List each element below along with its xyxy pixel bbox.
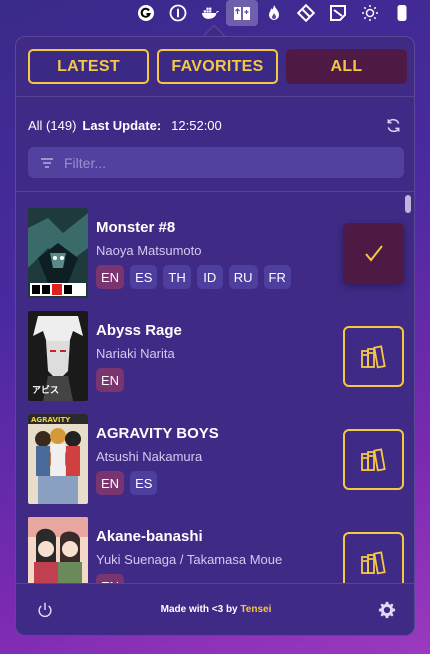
manga-title: Monster #8 [96, 219, 176, 236]
cover-image: あかね噺 [28, 517, 88, 583]
lang-badge-es[interactable]: ES [130, 265, 158, 289]
language-list: EN [96, 574, 125, 583]
phone-icon[interactable] [386, 0, 418, 26]
manga-author: Yuki Suenaga / Takamasa Moue [96, 552, 283, 567]
manga-popover: LATEST FAVORITES ALL All (149) Last Upda… [15, 36, 415, 636]
filter-tabs: LATEST FAVORITES ALL [28, 49, 407, 84]
manga-author: Nariaki Narita [96, 346, 175, 361]
credit-author-link[interactable]: Tensei [240, 604, 271, 615]
brightness-icon[interactable] [354, 0, 386, 26]
cover-image: アビス [28, 311, 88, 401]
manga-count: All (149) [28, 117, 77, 133]
tab-favorites[interactable]: FAVORITES [157, 49, 278, 84]
manga-reader-icon[interactable] [226, 0, 258, 26]
list-item[interactable]: あかね噺 Akane-banashi Yuki Suenaga / Takama… [28, 517, 404, 583]
credit-text: Made with <3 by Tensei [16, 604, 414, 615]
lang-badge-th[interactable]: TH [163, 265, 191, 289]
credit-prefix: Made with <3 by [160, 604, 241, 615]
filter-input[interactable] [64, 154, 364, 171]
filter-lines-icon [41, 157, 53, 168]
manga-title: AGRAVITY BOYS [96, 425, 219, 442]
add-to-library-button[interactable] [343, 326, 404, 387]
note-icon[interactable] [322, 0, 354, 26]
last-update-time: 12:52:00 [171, 117, 222, 133]
list-scrollbar[interactable] [404, 195, 412, 583]
scroll-thumb[interactable] [405, 195, 411, 213]
list-item[interactable]: アビス Abyss Rage Nariaki Narita EN [28, 311, 404, 401]
lang-badge-es[interactable]: ES [130, 471, 158, 495]
svg-text:AGRAVITY: AGRAVITY [31, 416, 71, 424]
list-item[interactable]: Monster #8 Naoya Matsumoto EN ES TH ID R… [28, 208, 404, 298]
favorite-toggle-button[interactable] [343, 223, 404, 284]
language-list: EN [96, 368, 125, 392]
one-password-icon[interactable] [162, 0, 194, 26]
docker-icon[interactable] [194, 0, 226, 26]
manga-title: Abyss Rage [96, 322, 182, 339]
manga-author: Atsushi Nakamura [96, 449, 203, 464]
tab-latest[interactable]: LATEST [28, 49, 149, 84]
add-to-library-button[interactable] [343, 532, 404, 583]
svg-text:アビス: アビス [32, 384, 59, 396]
diamond-tool-icon[interactable] [290, 0, 322, 26]
manga-list: Monster #8 Naoya Matsumoto EN ES TH ID R… [16, 193, 414, 583]
library-books-icon [360, 447, 386, 471]
refresh-icon[interactable] [382, 115, 404, 135]
manga-author: Naoya Matsumoto [96, 243, 202, 258]
checkmark-icon [364, 244, 383, 262]
list-item[interactable]: AGRAVITY AGRAVITY BOYS Atsushi Nakamura … [28, 414, 404, 504]
manga-title: Akane-banashi [96, 528, 203, 545]
lang-badge-fr[interactable]: FR [263, 265, 291, 289]
gear-icon[interactable] [378, 601, 396, 619]
footer: Made with <3 by Tensei [16, 584, 414, 635]
cover-image [28, 208, 88, 298]
library-books-icon [360, 550, 386, 574]
header-divider [16, 96, 414, 97]
lang-badge-en[interactable]: EN [96, 574, 125, 583]
language-list: EN ES [96, 471, 158, 495]
add-to-library-button[interactable] [343, 429, 404, 490]
tab-all[interactable]: ALL [286, 49, 407, 84]
cover-image: AGRAVITY [28, 414, 88, 504]
update-info: All (149) Last Update: 12:52:00 [28, 115, 404, 135]
lang-badge-ru[interactable]: RU [228, 265, 258, 289]
menu-bar [0, 0, 430, 26]
library-books-icon [360, 344, 386, 368]
lang-badge-en[interactable]: EN [96, 265, 125, 289]
language-list: EN ES TH ID RU FR [96, 265, 291, 289]
lang-badge-en[interactable]: EN [96, 471, 125, 495]
list-divider [16, 191, 414, 192]
last-update-label: Last Update: [82, 117, 162, 133]
flame-icon[interactable] [258, 0, 290, 26]
filter-field[interactable] [28, 147, 404, 178]
lang-badge-en[interactable]: EN [96, 368, 125, 392]
app-g-icon[interactable] [130, 0, 162, 26]
lang-badge-id[interactable]: ID [196, 265, 223, 289]
